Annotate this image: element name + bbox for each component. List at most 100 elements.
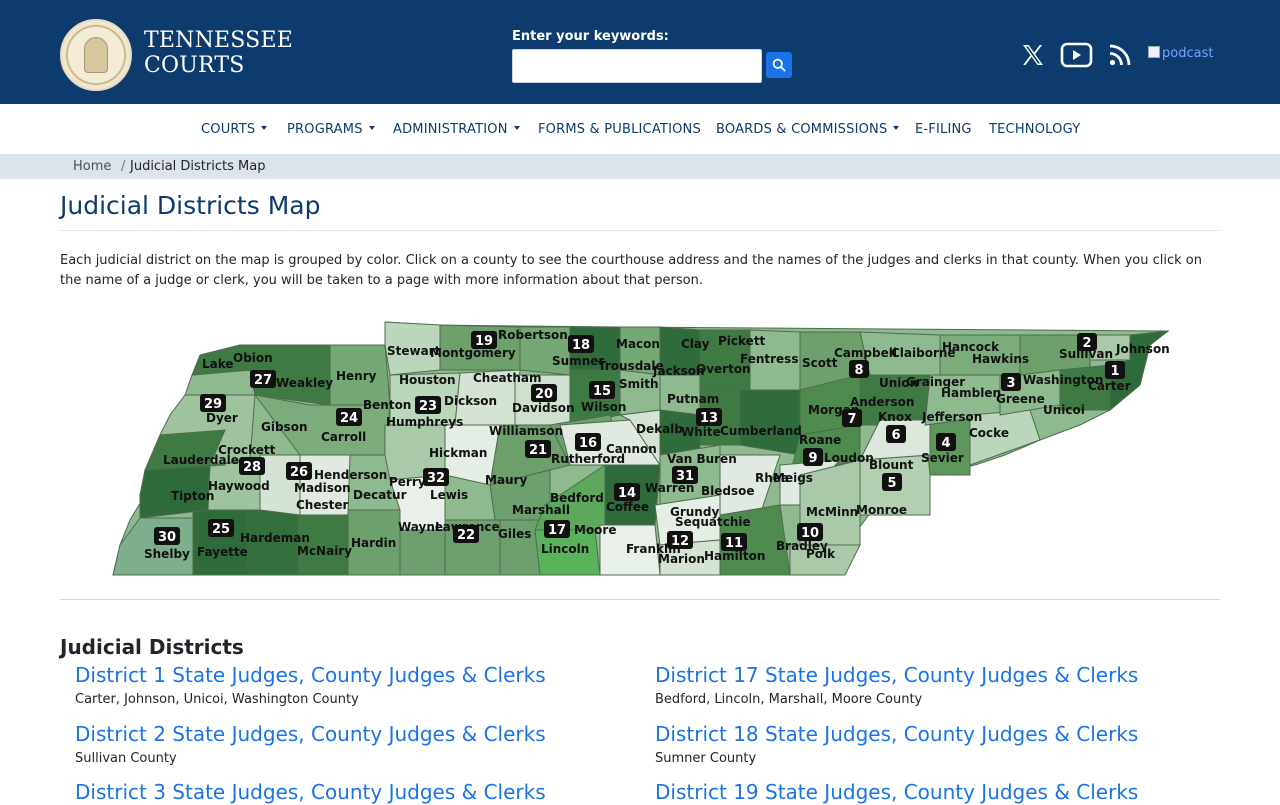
district-badge[interactable]: 2: [1077, 333, 1097, 351]
district-3-link[interactable]: District 3 State Judges, County Judges &…: [75, 779, 546, 805]
county-label: Perry: [389, 475, 426, 489]
district-badge[interactable]: 20: [531, 384, 557, 402]
district-badge[interactable]: 8: [849, 360, 869, 378]
county-label: Dyer: [206, 411, 238, 425]
svg-text:8: 8: [854, 363, 863, 378]
district-badge[interactable]: 25: [208, 519, 234, 537]
county-label: Washington: [1023, 373, 1103, 387]
nav-programs[interactable]: PROGRAMS: [287, 122, 375, 137]
divider: [60, 230, 1220, 231]
nav-boards-label: BOARDS & COMMISSIONS: [716, 122, 888, 137]
search-button[interactable]: [766, 52, 792, 78]
x-icon[interactable]: [1021, 43, 1045, 67]
search-label: Enter your keywords:: [512, 29, 669, 44]
district-badge[interactable]: 11: [721, 533, 747, 551]
svg-text:26: 26: [290, 465, 308, 480]
district-17-link[interactable]: District 17 State Judges, County Judges …: [655, 662, 1138, 688]
district-badge[interactable]: 12: [667, 531, 693, 549]
district-badge[interactable]: 17: [544, 520, 570, 538]
district-badge[interactable]: 18: [568, 335, 594, 353]
district-counties: Carter, Johnson, Unicoi, Washington Coun…: [75, 692, 359, 707]
district-badge[interactable]: 28: [239, 457, 265, 475]
district-1-link[interactable]: District 1 State Judges, County Judges &…: [75, 662, 546, 688]
nav-technology[interactable]: TECHNOLOGY: [989, 122, 1080, 137]
district-badge[interactable]: 27: [250, 370, 276, 388]
district-badge[interactable]: 22: [453, 525, 479, 543]
caret-down-icon: [513, 126, 520, 130]
county-label: White: [681, 425, 721, 439]
search-icon: [772, 58, 786, 72]
county-label: Wilson: [581, 400, 626, 414]
county-label: Anderson: [850, 395, 914, 409]
svg-text:24: 24: [340, 411, 358, 426]
county-label: Chester: [296, 498, 349, 512]
district-badge[interactable]: 19: [471, 331, 497, 349]
district-badge[interactable]: 32: [423, 468, 449, 486]
county-label: Union: [879, 376, 918, 390]
county-label: Cumberland: [720, 424, 802, 438]
breadcrumb-home-link[interactable]: Home: [73, 159, 111, 174]
district-18-link[interactable]: District 18 State Judges, County Judges …: [655, 721, 1138, 747]
district-badge[interactable]: 30: [154, 527, 180, 545]
district-badge[interactable]: 16: [575, 433, 601, 451]
district-entry: District 3 State Judges, County Judges &…: [75, 779, 546, 805]
svg-text:20: 20: [535, 387, 553, 402]
svg-text:4: 4: [941, 436, 950, 451]
county-label: Blount: [869, 458, 914, 472]
tennessee-judicial-districts-map[interactable]: Lake Obion Weakley Henry Stewart Montgom…: [100, 315, 1180, 585]
svg-text:28: 28: [243, 460, 261, 475]
county-label: Weakley: [276, 376, 333, 390]
district-badge[interactable]: 23: [415, 396, 441, 414]
county-label: Macon: [616, 337, 660, 351]
svg-text:12: 12: [671, 534, 689, 549]
district-2-link[interactable]: District 2 State Judges, County Judges &…: [75, 721, 546, 747]
county-label: Meigs: [773, 471, 813, 485]
district-badge[interactable]: 21: [525, 440, 551, 458]
nav-forms-publications[interactable]: FORMS & PUBLICATIONS: [538, 122, 701, 137]
county-label: Giles: [498, 527, 531, 541]
district-badge[interactable]: 9: [803, 448, 823, 466]
county-label: Cheatham: [473, 371, 541, 385]
svg-text:1: 1: [1110, 364, 1119, 379]
district-badge[interactable]: 10: [797, 523, 823, 541]
district-badge[interactable]: 13: [696, 408, 722, 426]
podcast-link[interactable]: podcast: [1148, 46, 1213, 61]
site-brand[interactable]: TENNESSEE COURTS: [144, 28, 293, 78]
district-19-link[interactable]: District 19 State Judges, County Judges …: [655, 779, 1138, 805]
nav-administration[interactable]: ADMINISTRATION: [393, 122, 520, 137]
district-badge[interactable]: 1: [1105, 361, 1125, 379]
county-label: Maury: [485, 473, 528, 487]
district-badge[interactable]: 7: [842, 409, 862, 427]
divider: [60, 599, 1220, 600]
svg-text:27: 27: [254, 373, 272, 388]
county-label: Jefferson: [921, 410, 982, 424]
district-badge[interactable]: 15: [589, 381, 615, 399]
search-input[interactable]: [512, 49, 762, 83]
district-badge[interactable]: 3: [1001, 373, 1021, 391]
district-badge[interactable]: 31: [672, 466, 698, 484]
caret-down-icon: [893, 126, 900, 130]
svg-text:30: 30: [158, 530, 176, 545]
nav-courts-label: COURTS: [201, 122, 256, 137]
nav-e-filing[interactable]: E-FILING: [915, 122, 972, 137]
county-label: Lake: [202, 357, 234, 371]
svg-text:9: 9: [808, 451, 817, 466]
county-label: Knox: [878, 410, 912, 424]
county-label: Campbell: [834, 346, 897, 360]
district-badge[interactable]: 4: [936, 433, 956, 451]
rss-icon[interactable]: [1108, 43, 1132, 67]
district-badge[interactable]: 26: [286, 462, 312, 480]
county-label: Loudon: [824, 451, 874, 465]
tennessee-judiciary-seal-logo[interactable]: [60, 19, 132, 91]
svg-text:18: 18: [572, 338, 590, 353]
nav-courts[interactable]: COURTS: [201, 122, 268, 137]
district-badge[interactable]: 5: [882, 473, 902, 491]
nav-boards-commissions[interactable]: BOARDS & COMMISSIONS: [716, 122, 900, 137]
district-badge[interactable]: 6: [886, 425, 906, 443]
county-label: Gibson: [261, 420, 307, 434]
youtube-icon[interactable]: [1060, 42, 1093, 68]
district-badge[interactable]: 29: [200, 394, 226, 412]
judicial-districts-heading: Judicial Districts: [60, 635, 244, 659]
district-badge[interactable]: 14: [614, 483, 640, 501]
district-badge[interactable]: 24: [336, 408, 362, 426]
